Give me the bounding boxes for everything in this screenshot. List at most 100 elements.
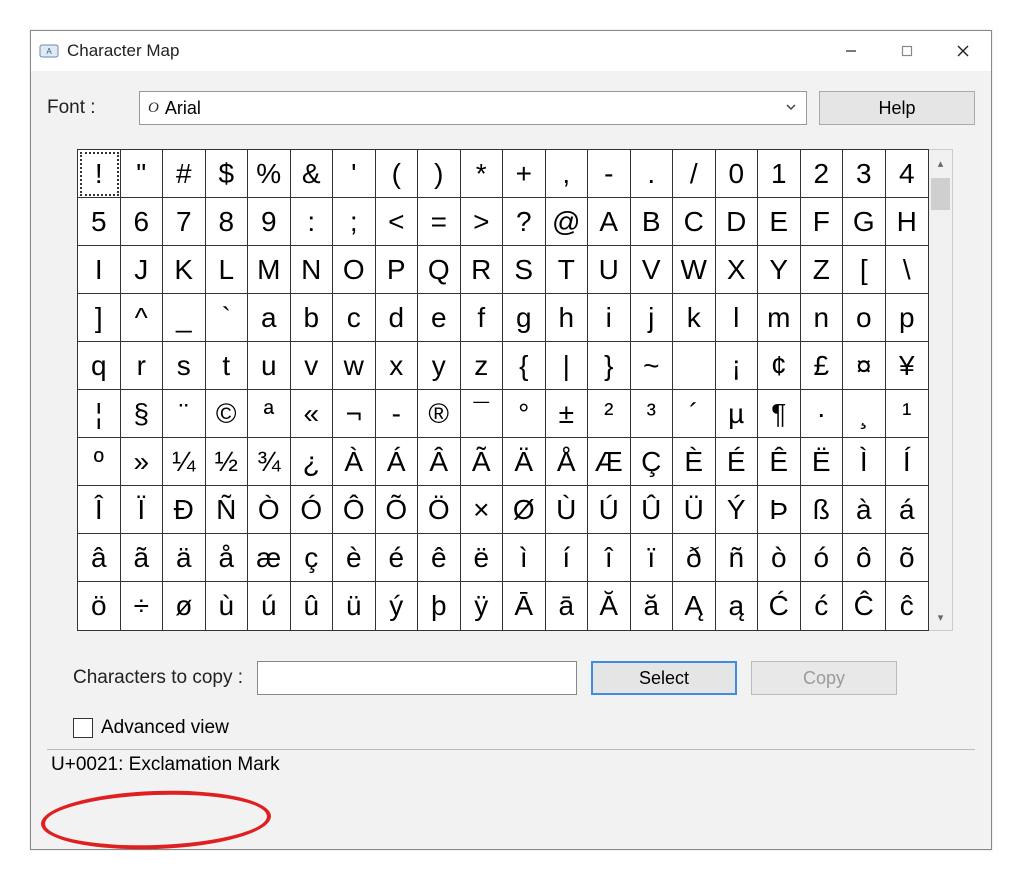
character-cell[interactable]: ¼	[163, 438, 206, 486]
character-cell[interactable]: ®	[418, 390, 461, 438]
character-cell[interactable]: ð	[673, 534, 716, 582]
select-button[interactable]: Select	[591, 661, 737, 695]
scroll-up-arrow[interactable]: ▴	[929, 150, 952, 176]
character-cell[interactable]: L	[206, 246, 249, 294]
character-cell[interactable]: ª	[248, 390, 291, 438]
character-cell[interactable]: \	[886, 246, 929, 294]
character-cell[interactable]: +	[503, 150, 546, 198]
character-cell[interactable]: Ã	[461, 438, 504, 486]
character-cell[interactable]: (	[376, 150, 419, 198]
character-cell[interactable]: Ý	[716, 486, 759, 534]
character-cell[interactable]: D	[716, 198, 759, 246]
character-cell[interactable]: R	[461, 246, 504, 294]
character-cell[interactable]: G	[843, 198, 886, 246]
character-cell[interactable]: Ä	[503, 438, 546, 486]
character-cell[interactable]: 3	[843, 150, 886, 198]
character-cell[interactable]: °	[503, 390, 546, 438]
character-cell[interactable]: -	[588, 150, 631, 198]
character-cell[interactable]: î	[588, 534, 631, 582]
character-cell[interactable]: {	[503, 342, 546, 390]
character-cell[interactable]: o	[843, 294, 886, 342]
character-cell[interactable]: à	[843, 486, 886, 534]
character-cell[interactable]: $	[206, 150, 249, 198]
character-cell[interactable]: £	[801, 342, 844, 390]
character-cell[interactable]: ý	[376, 582, 419, 630]
character-cell[interactable]: ³	[631, 390, 674, 438]
character-cell[interactable]: /	[673, 150, 716, 198]
character-cell[interactable]: ă	[631, 582, 674, 630]
character-cell[interactable]: ×	[461, 486, 504, 534]
character-cell[interactable]: v	[291, 342, 334, 390]
character-cell[interactable]: «	[291, 390, 334, 438]
character-cell[interactable]: )	[418, 150, 461, 198]
character-cell[interactable]: Ê	[758, 438, 801, 486]
character-cell[interactable]: ²	[588, 390, 631, 438]
character-cell[interactable]: Ā	[503, 582, 546, 630]
character-cell[interactable]: Õ	[376, 486, 419, 534]
character-cell[interactable]: ¿	[291, 438, 334, 486]
character-cell[interactable]: f	[461, 294, 504, 342]
character-cell[interactable]: 0	[716, 150, 759, 198]
character-cell[interactable]: 4	[886, 150, 929, 198]
character-cell[interactable]: `	[206, 294, 249, 342]
character-cell[interactable]: Ô	[333, 486, 376, 534]
character-cell[interactable]: w	[333, 342, 376, 390]
character-cell[interactable]: ö	[78, 582, 121, 630]
character-cell[interactable]: ¯	[461, 390, 504, 438]
character-cell[interactable]: c	[333, 294, 376, 342]
character-cell[interactable]: »	[121, 438, 164, 486]
character-cell[interactable]: ñ	[716, 534, 759, 582]
character-cell[interactable]: ¬	[333, 390, 376, 438]
character-cell[interactable]: Ñ	[206, 486, 249, 534]
character-cell[interactable]: Â	[418, 438, 461, 486]
character-cell[interactable]: Ë	[801, 438, 844, 486]
character-cell[interactable]: ¨	[163, 390, 206, 438]
character-cell[interactable]: í	[546, 534, 589, 582]
character-cell[interactable]	[673, 342, 716, 390]
vertical-scrollbar[interactable]: ▴ ▾	[929, 149, 953, 631]
character-cell[interactable]: È	[673, 438, 716, 486]
character-cell[interactable]: l	[716, 294, 759, 342]
character-cell[interactable]: ¤	[843, 342, 886, 390]
character-cell[interactable]: 9	[248, 198, 291, 246]
character-cell[interactable]: |	[546, 342, 589, 390]
character-cell[interactable]: B	[631, 198, 674, 246]
character-cell[interactable]: &	[291, 150, 334, 198]
character-cell[interactable]: h	[546, 294, 589, 342]
character-cell[interactable]: Î	[78, 486, 121, 534]
character-cell[interactable]: U	[588, 246, 631, 294]
character-cell[interactable]: s	[163, 342, 206, 390]
character-cell[interactable]: Ú	[588, 486, 631, 534]
character-cell[interactable]: A	[588, 198, 631, 246]
character-cell[interactable]: g	[503, 294, 546, 342]
character-cell[interactable]: I	[78, 246, 121, 294]
character-cell[interactable]: û	[291, 582, 334, 630]
character-cell[interactable]: ç	[291, 534, 334, 582]
character-cell[interactable]: §	[121, 390, 164, 438]
character-cell[interactable]: µ	[716, 390, 759, 438]
close-button[interactable]	[935, 31, 991, 71]
character-cell[interactable]: á	[886, 486, 929, 534]
character-cell[interactable]: P	[376, 246, 419, 294]
characters-to-copy-input[interactable]	[257, 661, 577, 695]
character-cell[interactable]: W	[673, 246, 716, 294]
font-dropdown[interactable]: O Arial	[139, 91, 807, 125]
character-cell[interactable]: 1	[758, 150, 801, 198]
copy-button[interactable]: Copy	[751, 661, 897, 695]
character-cell[interactable]: X	[716, 246, 759, 294]
character-cell[interactable]: i	[588, 294, 631, 342]
character-cell[interactable]: ¹	[886, 390, 929, 438]
character-cell[interactable]: Æ	[588, 438, 631, 486]
character-cell[interactable]: Z	[801, 246, 844, 294]
character-cell[interactable]: õ	[886, 534, 929, 582]
character-cell[interactable]: ą	[716, 582, 759, 630]
character-cell[interactable]: ê	[418, 534, 461, 582]
character-cell[interactable]: ë	[461, 534, 504, 582]
character-cell[interactable]: T	[546, 246, 589, 294]
character-cell[interactable]: '	[333, 150, 376, 198]
character-cell[interactable]: è	[333, 534, 376, 582]
character-cell[interactable]: Å	[546, 438, 589, 486]
character-cell[interactable]: Ø	[503, 486, 546, 534]
character-cell[interactable]: z	[461, 342, 504, 390]
character-cell[interactable]: k	[673, 294, 716, 342]
